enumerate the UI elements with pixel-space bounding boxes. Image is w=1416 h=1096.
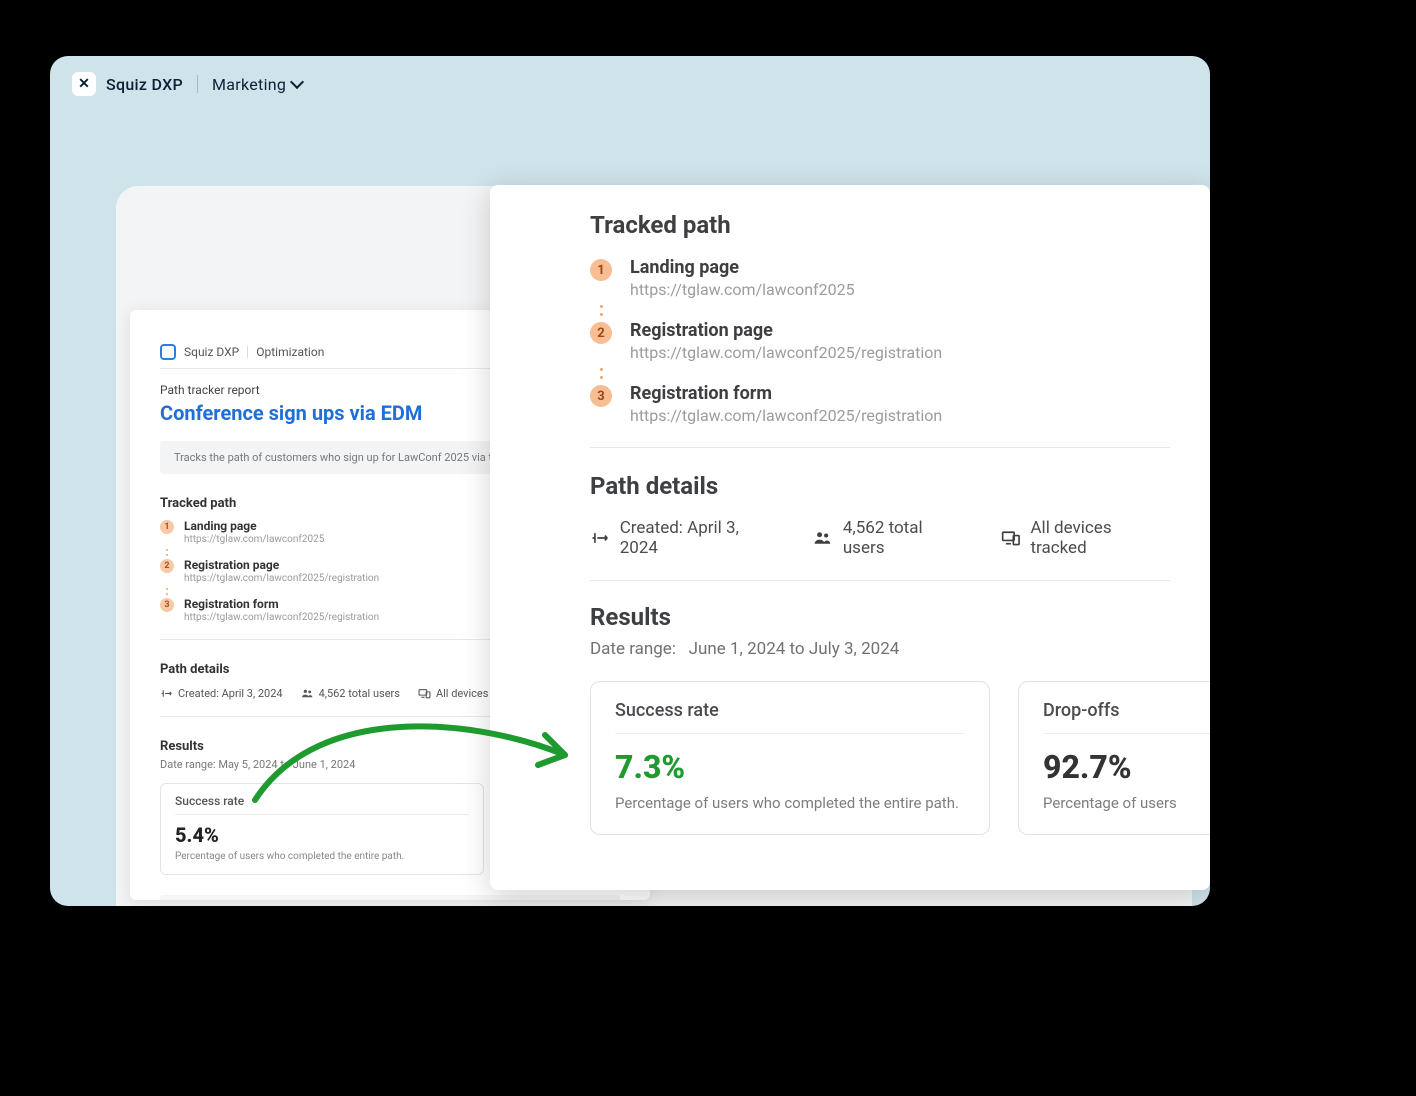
- path-details-row: Created: April 3, 2024 4,562 total users…: [590, 518, 1170, 558]
- brand-name: Squiz DXP: [106, 75, 183, 94]
- topbar: ✕ Squiz DXP Marketing: [50, 56, 1210, 112]
- step-title: Registration page: [630, 320, 942, 341]
- step-title: Landing page: [184, 519, 324, 533]
- date-range: Date range: June 1, 2024 to July 3, 2024: [590, 639, 1170, 659]
- path-details-heading: Path details: [590, 472, 1170, 500]
- step-connector-icon: [590, 305, 612, 316]
- step-url: https://tglaw.com/lawconf2025: [630, 280, 855, 299]
- kpi-success-rate: Success rate 7.3% Percentage of users wh…: [590, 681, 990, 835]
- step-url: https://tglaw.com/lawconf2025/registrati…: [630, 343, 942, 362]
- kpi-success-rate: Success rate 5.4% Percentage of users wh…: [160, 783, 484, 875]
- section-label: Marketing: [212, 75, 286, 94]
- kpi-value: 5.4%: [175, 823, 469, 847]
- users-icon: [813, 528, 833, 548]
- section-dropdown[interactable]: Marketing: [212, 75, 302, 94]
- tracked-path-heading: Tracked path: [590, 211, 1170, 239]
- step-badge: 3: [590, 385, 612, 407]
- report-card-after: Tracked path 1 Landing page https://tglaw.…: [490, 185, 1210, 890]
- arrow-path-icon: [160, 687, 173, 700]
- card-context: Optimization: [256, 345, 324, 359]
- created-stat: Created: April 3, 2024: [160, 687, 283, 700]
- tracked-path-list: 1 Landing page https://tglaw.com/lawconf20…: [590, 257, 1170, 425]
- results-heading: Results: [590, 603, 1170, 631]
- path-step: 1 Landing page https://tglaw.com/lawconf20…: [590, 257, 1170, 299]
- kpi-value: 7.3%: [615, 748, 965, 786]
- step-connector-icon: [160, 549, 174, 556]
- squiz-logo-icon: [160, 344, 176, 360]
- brand-logo-glyph: ✕: [78, 76, 90, 92]
- card-header-separator: [247, 346, 248, 358]
- results-table-header: Step Drop-offs Users reached: [160, 895, 620, 900]
- card-brand: Squiz DXP: [184, 345, 239, 359]
- step-title: Registration form: [184, 597, 379, 611]
- step-connector-icon: [160, 588, 174, 595]
- step-badge: 2: [590, 322, 612, 344]
- arrow-path-icon: [590, 528, 610, 548]
- path-step: 2 Registration page https://tglaw.com/lawc…: [590, 320, 1170, 362]
- step-badge: 1: [160, 520, 174, 534]
- step-url: https://tglaw.com/lawconf2025/registrati…: [630, 406, 942, 425]
- kpi-value: 92.7%: [1043, 748, 1210, 786]
- step-badge: 2: [160, 559, 174, 573]
- step-connector-icon: [590, 368, 612, 379]
- step-title: Landing page: [630, 257, 855, 278]
- divider: [590, 447, 1170, 448]
- step-title: Registration form: [630, 383, 942, 404]
- step-badge: 1: [590, 259, 612, 281]
- created-stat: Created: April 3, 2024: [590, 518, 779, 558]
- path-step: 3 Registration form https://tglaw.com/lawc…: [590, 383, 1170, 425]
- step-url: https://tglaw.com/lawconf2025: [184, 534, 324, 545]
- devices-icon: [418, 687, 431, 700]
- users-stat: 4,562 total users: [301, 687, 400, 700]
- brand-logo-icon: ✕: [72, 72, 96, 96]
- devices-stat: All devices tracked: [1001, 518, 1170, 558]
- divider: [590, 580, 1170, 581]
- users-stat: 4,562 total users: [813, 518, 967, 558]
- devices-icon: [1001, 528, 1021, 548]
- step-url: https://tglaw.com/lawconf2025/registrati…: [184, 573, 379, 584]
- step-url: https://tglaw.com/lawconf2025/registrati…: [184, 612, 379, 623]
- topbar-separator: [197, 75, 198, 93]
- step-title: Registration page: [184, 558, 379, 572]
- users-icon: [301, 687, 314, 700]
- kpi-dropoffs: Drop-offs 92.7% Percentage of users: [1018, 681, 1210, 835]
- chevron-down-icon: [290, 75, 304, 89]
- step-badge: 3: [160, 598, 174, 612]
